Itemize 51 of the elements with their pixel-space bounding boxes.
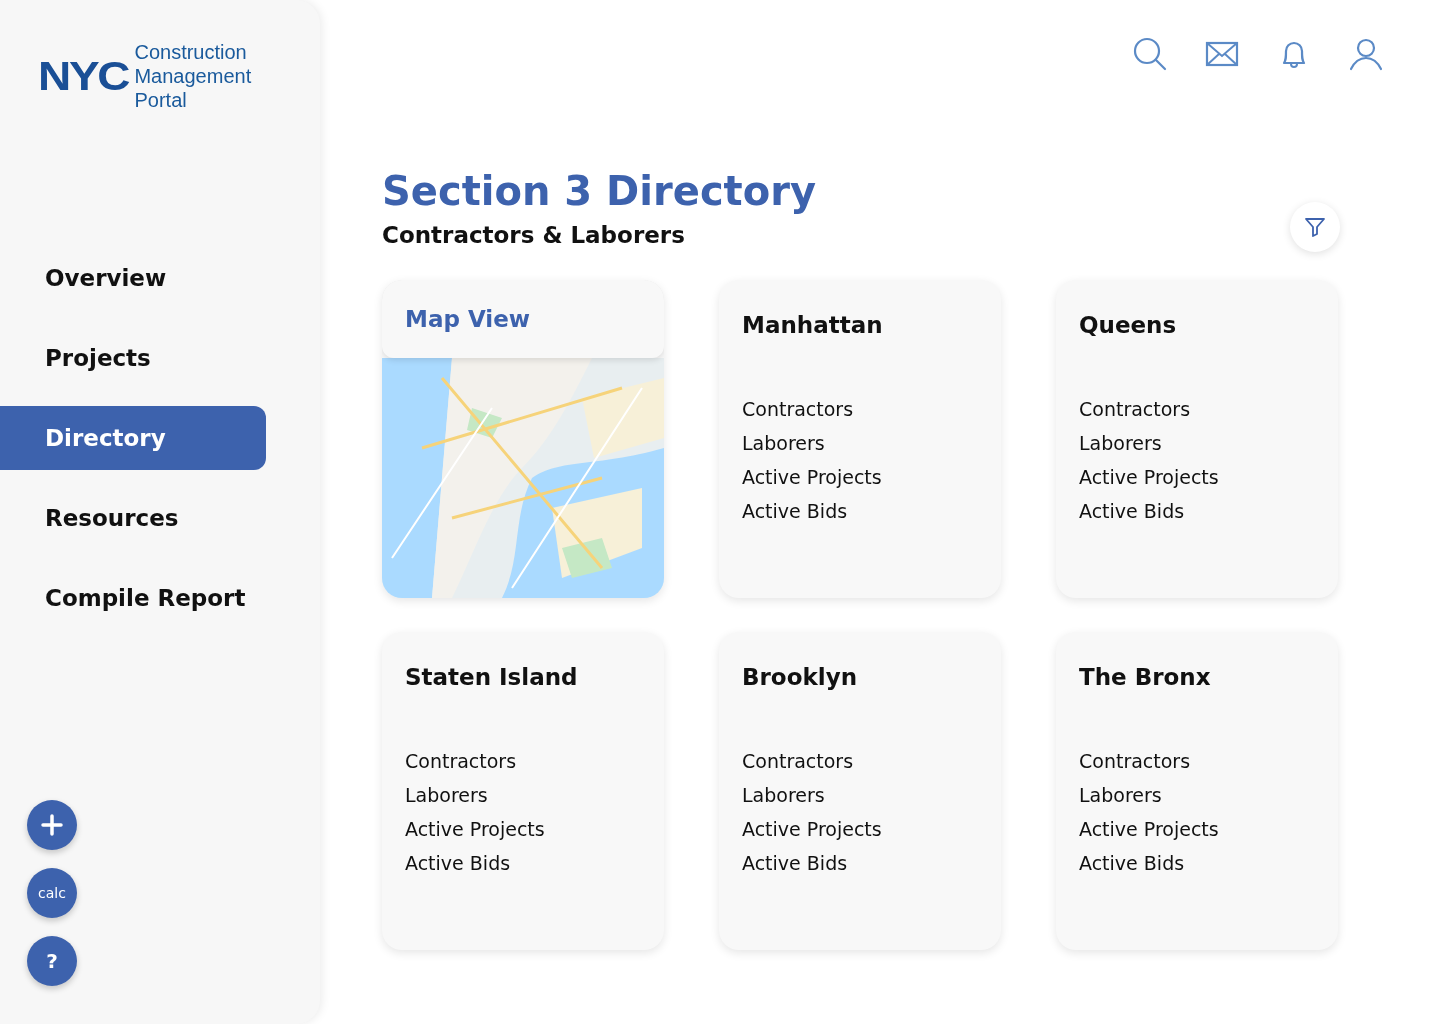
nav-item[interactable]: Directory [0, 406, 266, 470]
stat-label: Active Projects [1079, 466, 1220, 488]
stat-label: Contractors [1079, 750, 1192, 772]
action-button[interactable]: ? [27, 936, 77, 986]
plus-icon [41, 814, 63, 836]
portal-title: Construction [134, 40, 248, 64]
user-icon[interactable] [1348, 36, 1384, 72]
nav-item[interactable]: Compile Report [0, 566, 266, 630]
action-button[interactable]: calc [27, 868, 77, 918]
stat-label: Laborers [405, 784, 489, 806]
portal-title: Portal [134, 88, 188, 112]
borough-card[interactable]: Queens Contractors Laborers Active Projects Active Bids [1056, 280, 1338, 598]
stat-label: Active Projects [742, 466, 883, 488]
stat-label: Laborers [1079, 432, 1163, 454]
page-subtitle: Contractors & Laborers [382, 222, 686, 248]
card-title: The Bronx [1079, 664, 1212, 690]
search-icon[interactable] [1132, 36, 1168, 72]
stat-label: Active Bids [742, 500, 849, 522]
borough-card[interactable]: Brooklyn Contractors Laborers Active Projects Active Bids [719, 632, 1001, 950]
borough-card[interactable]: Staten Island Contractors Laborers Active Projects Active Bids [382, 632, 664, 950]
stat-label: Laborers [742, 432, 826, 454]
card-title: Queens [1079, 312, 1178, 338]
stat-label: Active Projects [1079, 818, 1220, 840]
stat-label: Active Bids [1079, 500, 1186, 522]
add-button[interactable] [27, 800, 77, 850]
stat-label: Laborers [1079, 784, 1163, 806]
borough-card[interactable]: Manhattan Contractors Laborers Active Projects Active Bids [719, 280, 1001, 598]
stat-label: Active Bids [742, 852, 849, 874]
card-title: Brooklyn [742, 664, 859, 690]
nav-item[interactable]: Projects [0, 326, 266, 390]
filter-icon [1303, 215, 1327, 239]
map-card[interactable]: Map View [382, 280, 664, 598]
stat-label: Active Projects [405, 818, 546, 840]
stat-label: Laborers [742, 784, 826, 806]
nav-item[interactable]: Overview [0, 246, 266, 310]
stat-label: Contractors [742, 398, 855, 420]
stat-label: Active Bids [405, 852, 512, 874]
stat-label: Contractors [405, 750, 518, 772]
portal-title: Management [134, 64, 252, 88]
stat-label: Active Bids [1079, 852, 1186, 874]
nav-item[interactable]: Resources [0, 486, 266, 550]
card-title: Staten Island [405, 664, 579, 690]
stat-label: Active Projects [742, 818, 883, 840]
stat-label: Contractors [742, 750, 855, 772]
stat-label: Contractors [1079, 398, 1192, 420]
page-title: Section 3 Directory [382, 168, 816, 214]
card-title: Map View [405, 306, 530, 332]
filter-button[interactable] [1290, 202, 1340, 252]
card-title: Manhattan [742, 312, 884, 338]
logo-mark: NYC [38, 53, 129, 99]
borough-card[interactable]: The Bronx Contractors Laborers Active Projects Active Bids [1056, 632, 1338, 950]
